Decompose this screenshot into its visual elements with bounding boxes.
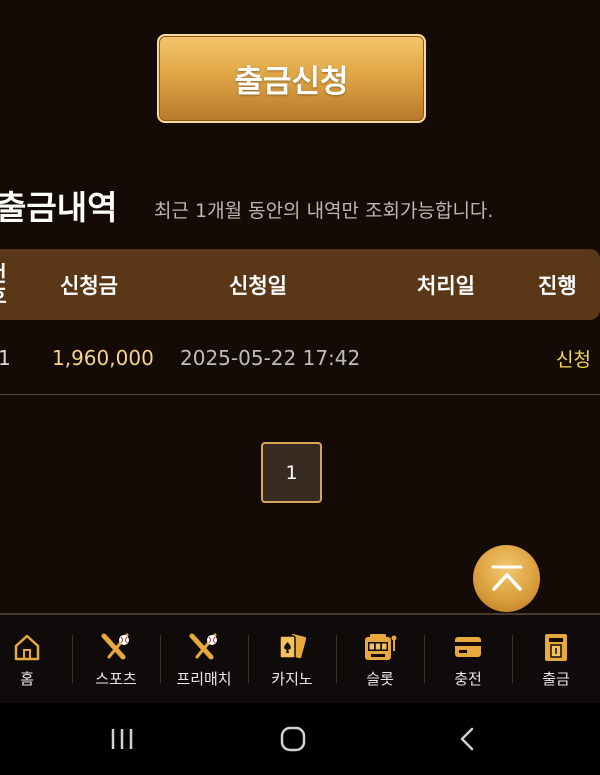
nav-item-label: 홈 xyxy=(20,669,34,688)
scroll-top-button[interactable] xyxy=(473,545,540,612)
column-header-status: 진행 xyxy=(538,273,577,298)
nav-item-deposit[interactable]: 충전 xyxy=(424,615,512,703)
nav-item-label: 충전 xyxy=(454,669,482,688)
pagination-page-button[interactable]: 1 xyxy=(261,442,322,503)
nav-item-prematch[interactable]: 프리매치 xyxy=(160,615,248,703)
column-header-number: 번 호 xyxy=(0,249,12,320)
nav-item-label: 스포츠 xyxy=(95,669,137,688)
column-header-amount: 신청금 xyxy=(60,273,118,298)
back-button[interactable] xyxy=(442,703,492,775)
atm-icon xyxy=(536,630,576,664)
slot-machine-icon xyxy=(360,630,400,664)
recent-apps-button[interactable] xyxy=(96,703,148,775)
nav-item-sports[interactable]: 스포츠 xyxy=(72,615,160,703)
home-icon xyxy=(7,630,47,664)
nav-item-home[interactable]: 홈 xyxy=(0,615,71,703)
baseball-bat-icon xyxy=(96,630,136,664)
column-header-process-date: 처리일 xyxy=(417,273,475,298)
row-status: 신청 xyxy=(556,348,591,371)
recent-apps-icon xyxy=(111,729,133,749)
row-request-date: 2025-05-22 17:42 xyxy=(180,346,361,370)
withdraw-history-title: 출금내역 xyxy=(0,188,118,227)
withdraw-request-button[interactable]: 출금신청 xyxy=(157,34,426,123)
playing-cards-icon xyxy=(272,630,312,664)
double-chevron-up-icon xyxy=(491,565,522,591)
row-amount: 1,960,000 xyxy=(52,346,154,370)
nav-item-label: 출금 xyxy=(542,669,570,688)
nav-item-label: 프리매치 xyxy=(176,669,232,688)
home-system-button[interactable] xyxy=(266,703,320,775)
table-row: 1 1,960,000 2025-05-22 17:42 신청 xyxy=(0,321,600,395)
row-number: 1 xyxy=(0,346,11,370)
nav-item-label: 슬롯 xyxy=(366,669,394,688)
column-header-number-line2: 호 xyxy=(0,285,7,307)
back-chevron-icon xyxy=(460,727,474,751)
nav-item-slot[interactable]: 슬롯 xyxy=(336,615,424,703)
system-navigation-bar xyxy=(0,703,600,775)
nav-item-withdraw[interactable]: 출금 xyxy=(512,615,600,703)
nav-item-label: 카지노 xyxy=(271,669,313,688)
column-header-request-date: 신청일 xyxy=(229,273,287,298)
baseball-bat-icon xyxy=(184,630,224,664)
credit-card-icon xyxy=(448,630,488,664)
column-header-number-line1: 번 xyxy=(0,263,7,285)
home-circle-icon xyxy=(280,726,306,752)
nav-item-casino[interactable]: 카지노 xyxy=(248,615,336,703)
bottom-navigation: 홈 스포츠 프리매치 카지노 슬롯 충전 출금 xyxy=(0,613,600,703)
table-header: 번 호 신청금 신청일 처리일 진행 xyxy=(0,249,600,320)
history-period-note: 최근 1개월 동안의 내역만 조회가능합니다. xyxy=(154,200,494,222)
